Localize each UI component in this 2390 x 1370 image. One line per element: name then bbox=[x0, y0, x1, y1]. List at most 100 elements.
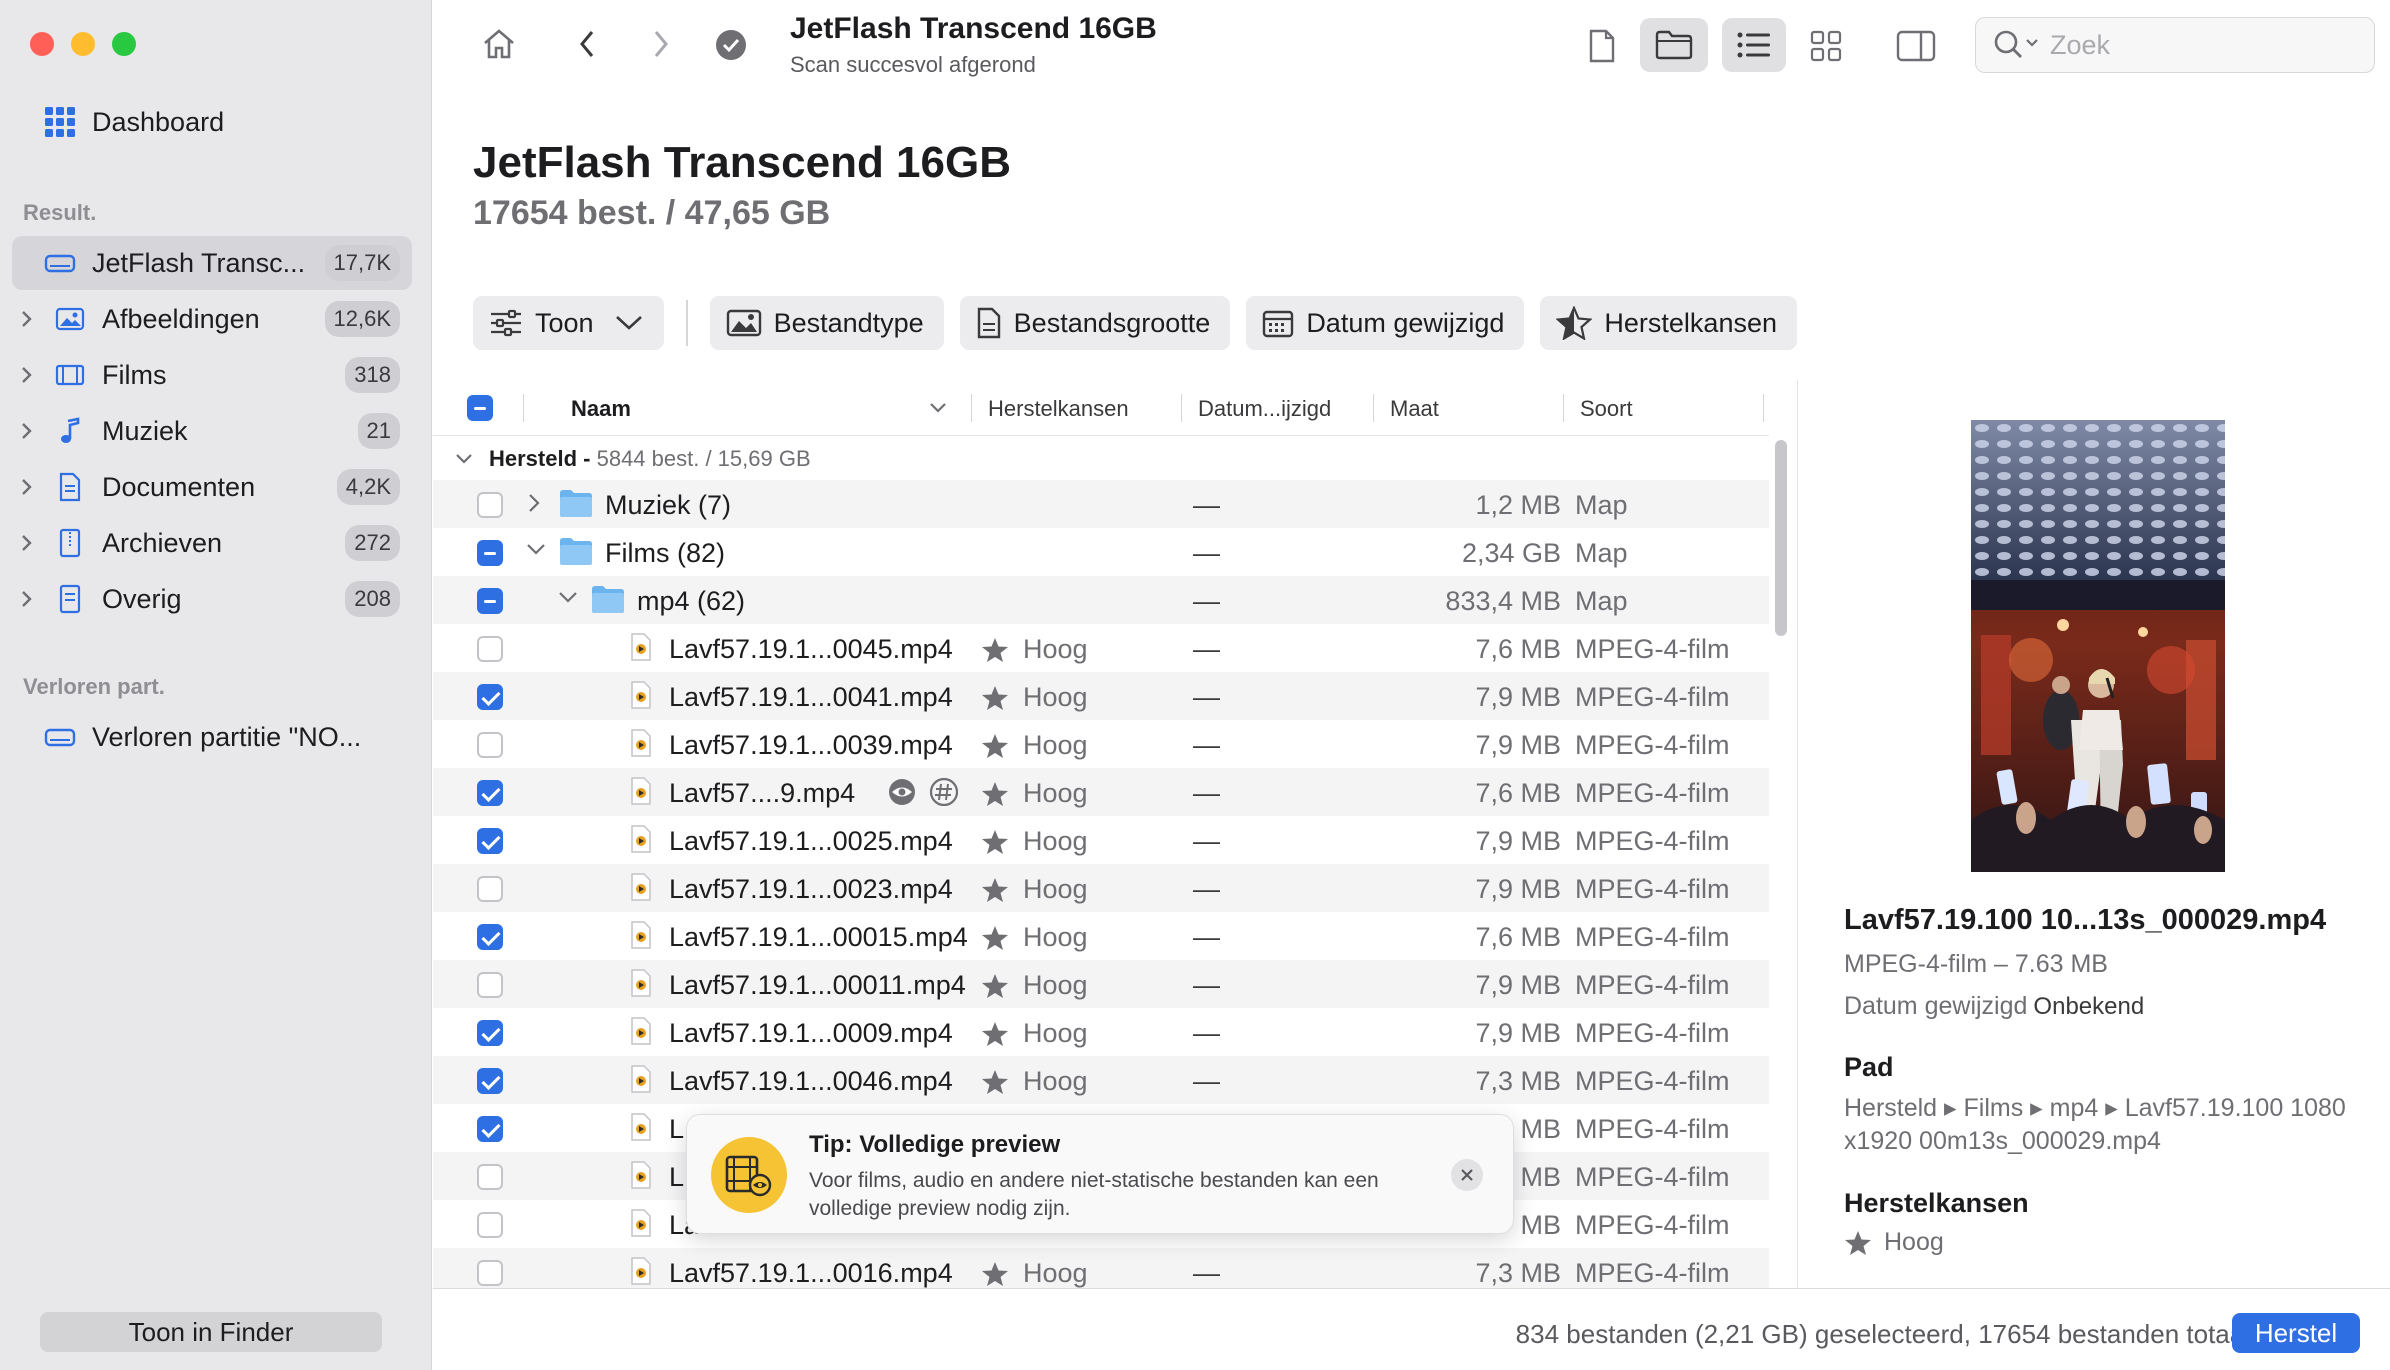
column-size[interactable]: Maat bbox=[1390, 396, 1439, 422]
sidebar-item-afbeeldingen[interactable]: Afbeeldingen 12,6K bbox=[12, 292, 412, 346]
table-row[interactable]: Lavf57.19.1...0045.mp4 Hoog — 7,6 MB MPE… bbox=[433, 624, 1769, 672]
column-name[interactable]: Naam bbox=[571, 396, 631, 422]
video-thumbnail[interactable] bbox=[1971, 420, 2225, 872]
row-checkbox[interactable] bbox=[477, 732, 503, 758]
row-checkbox[interactable] bbox=[477, 1212, 503, 1238]
filetype-filter-button[interactable]: Bestandtype bbox=[709, 296, 944, 350]
table-row[interactable]: Lavf57.19.1...0041.mp4 Hoog — 7,9 MB MPE… bbox=[433, 672, 1769, 720]
row-checkbox[interactable] bbox=[477, 1164, 503, 1190]
table-row[interactable]: Lavf57.19.1...00015.mp4 Hoog — 7,6 MB MP… bbox=[433, 912, 1769, 960]
chevron-down-icon[interactable] bbox=[525, 540, 549, 564]
column-kind[interactable]: Soort bbox=[1580, 396, 1633, 422]
grid-view-icon[interactable] bbox=[1804, 22, 1848, 70]
hash-icon[interactable] bbox=[929, 778, 959, 806]
kind-value: Map bbox=[1575, 586, 1628, 616]
chevron-right-icon[interactable] bbox=[12, 589, 42, 609]
select-all-checkbox[interactable] bbox=[467, 395, 493, 421]
tip-popup: Tip: Volledige preview Voor films, audio… bbox=[686, 1114, 1514, 1234]
chevron-right-icon[interactable] bbox=[525, 492, 549, 516]
list-scrollbar[interactable] bbox=[1775, 440, 1787, 636]
chevron-right-icon[interactable] bbox=[12, 421, 42, 441]
sidebar-item-jetflash[interactable]: JetFlash Transc... 17,7K bbox=[12, 236, 412, 290]
forward-chevron-icon[interactable] bbox=[646, 26, 676, 62]
sidebar-item-muziek[interactable]: Muziek 21 bbox=[12, 404, 412, 458]
sidebar-item-overig[interactable]: Overig 208 bbox=[12, 572, 412, 626]
row-checkbox[interactable] bbox=[477, 1116, 503, 1142]
row-checkbox[interactable] bbox=[477, 1068, 503, 1094]
table-row[interactable]: Lavf57....9.mp4 Hoog — 7,6 MB MPEG-4-fil… bbox=[433, 768, 1769, 816]
table-row[interactable]: Lavf57.19.1...0039.mp4 Hoog — 7,9 MB MPE… bbox=[433, 720, 1769, 768]
row-checkbox[interactable] bbox=[477, 540, 503, 566]
filter-bar: Toon Bestandtype Bestandsgrootte Datum g… bbox=[473, 296, 1797, 350]
row-checkbox[interactable] bbox=[477, 492, 503, 518]
table-row[interactable]: Lavf57.19.1...0023.mp4 Hoog — 7,9 MB MPE… bbox=[433, 864, 1769, 912]
row-checkbox[interactable] bbox=[477, 876, 503, 902]
sidebar-item-documenten[interactable]: Documenten 4,2K bbox=[12, 460, 412, 514]
sidebar-item-label: Verloren partitie "NO... bbox=[92, 721, 362, 752]
table-row[interactable]: Lavf57.19.1...0009.mp4 Hoog — 7,9 MB MPE… bbox=[433, 1008, 1769, 1056]
filesize-label: Bestandsgrootte bbox=[1013, 307, 1211, 338]
row-checkbox[interactable] bbox=[477, 588, 503, 614]
row-checkbox[interactable] bbox=[477, 972, 503, 998]
video-file-icon bbox=[629, 824, 653, 854]
close-icon[interactable] bbox=[1451, 1159, 1483, 1191]
group-header-hersteld[interactable]: Hersteld - 5844 best. / 15,69 GB bbox=[433, 437, 1769, 481]
date-value: — bbox=[1193, 922, 1220, 952]
row-checkbox[interactable] bbox=[477, 828, 503, 854]
table-row[interactable]: Lavf57.19.1...0025.mp4 Hoog — 7,9 MB MPE… bbox=[433, 816, 1769, 864]
column-date[interactable]: Datum...ijzigd bbox=[1198, 396, 1331, 422]
chevron-right-icon[interactable] bbox=[12, 365, 42, 385]
table-row[interactable]: Lavf57.19.1...0046.mp4 Hoog — 7,3 MB MPE… bbox=[433, 1056, 1769, 1104]
sidebar-item-lost-partition[interactable]: Verloren partitie "NO... bbox=[12, 710, 412, 764]
file-view-icon[interactable] bbox=[1582, 22, 1622, 70]
row-checkbox[interactable] bbox=[477, 924, 503, 950]
table-row[interactable]: Lavf57.19.1...0016.mp4 Hoog — 7,3 MB MPE… bbox=[433, 1248, 1769, 1288]
preview-date-label: Datum gewijzigd bbox=[1844, 992, 2028, 1020]
folder-view-icon[interactable] bbox=[1640, 18, 1708, 72]
date-value: — bbox=[1193, 1258, 1220, 1288]
home-icon[interactable] bbox=[478, 24, 520, 64]
table-row[interactable]: Muziek (7) — 1,2 MB Map bbox=[433, 480, 1769, 528]
star-icon bbox=[982, 829, 1008, 854]
sidebar-toggle-icon[interactable] bbox=[1894, 24, 1938, 68]
preview-chance: Hoog bbox=[1844, 1228, 1944, 1257]
chance-value: Hoog bbox=[1023, 826, 1088, 856]
table-row[interactable]: mp4 (62) — 833,4 MB Map bbox=[433, 576, 1769, 624]
sort-chevron-icon[interactable] bbox=[929, 402, 947, 414]
toon-dropdown[interactable]: Toon bbox=[473, 296, 664, 350]
file-name: Lavf57.19.1...0045.mp4 bbox=[669, 634, 953, 664]
chevron-right-icon[interactable] bbox=[12, 477, 42, 497]
date-value: — bbox=[1193, 586, 1220, 616]
search-input[interactable] bbox=[2050, 29, 2350, 61]
close-window-button[interactable] bbox=[30, 32, 54, 56]
recovery-chance-filter-button[interactable]: Herstelkansen bbox=[1540, 296, 1797, 350]
recover-button[interactable]: Herstel bbox=[2232, 1313, 2360, 1353]
sidebar-item-films[interactable]: Films 318 bbox=[12, 348, 412, 402]
kind-value: Map bbox=[1575, 490, 1628, 520]
date-filter-button[interactable]: Datum gewijzigd bbox=[1246, 296, 1525, 350]
row-checkbox[interactable] bbox=[477, 780, 503, 806]
chevron-down-icon[interactable] bbox=[455, 453, 473, 465]
minimize-window-button[interactable] bbox=[71, 32, 95, 56]
sidebar-item-dashboard[interactable]: Dashboard bbox=[44, 106, 224, 138]
table-row[interactable]: Films (82) — 2,34 GB Map bbox=[433, 528, 1769, 576]
chevron-right-icon[interactable] bbox=[12, 309, 42, 329]
column-chances[interactable]: Herstelkansen bbox=[988, 396, 1129, 422]
back-chevron-icon[interactable] bbox=[572, 26, 602, 62]
video-file-icon bbox=[629, 1208, 653, 1238]
filesize-filter-button[interactable]: Bestandsgrootte bbox=[959, 296, 1231, 350]
preview-eye-icon[interactable] bbox=[887, 778, 917, 806]
row-checkbox[interactable] bbox=[477, 636, 503, 662]
size-value: 7,3 MB bbox=[1475, 1066, 1561, 1096]
search-field[interactable] bbox=[1975, 17, 2375, 73]
row-checkbox[interactable] bbox=[477, 1020, 503, 1046]
chevron-right-icon[interactable] bbox=[12, 533, 42, 553]
row-checkbox[interactable] bbox=[477, 684, 503, 710]
show-in-finder-button[interactable]: Toon in Finder bbox=[40, 1312, 382, 1352]
table-row[interactable]: Lavf57.19.1...00011.mp4 Hoog — 7,9 MB MP… bbox=[433, 960, 1769, 1008]
chevron-down-icon[interactable] bbox=[557, 588, 581, 612]
zoom-window-button[interactable] bbox=[112, 32, 136, 56]
row-checkbox[interactable] bbox=[477, 1260, 503, 1286]
sidebar-item-archieven[interactable]: Archieven 272 bbox=[12, 516, 412, 570]
list-view-icon[interactable] bbox=[1722, 18, 1786, 72]
